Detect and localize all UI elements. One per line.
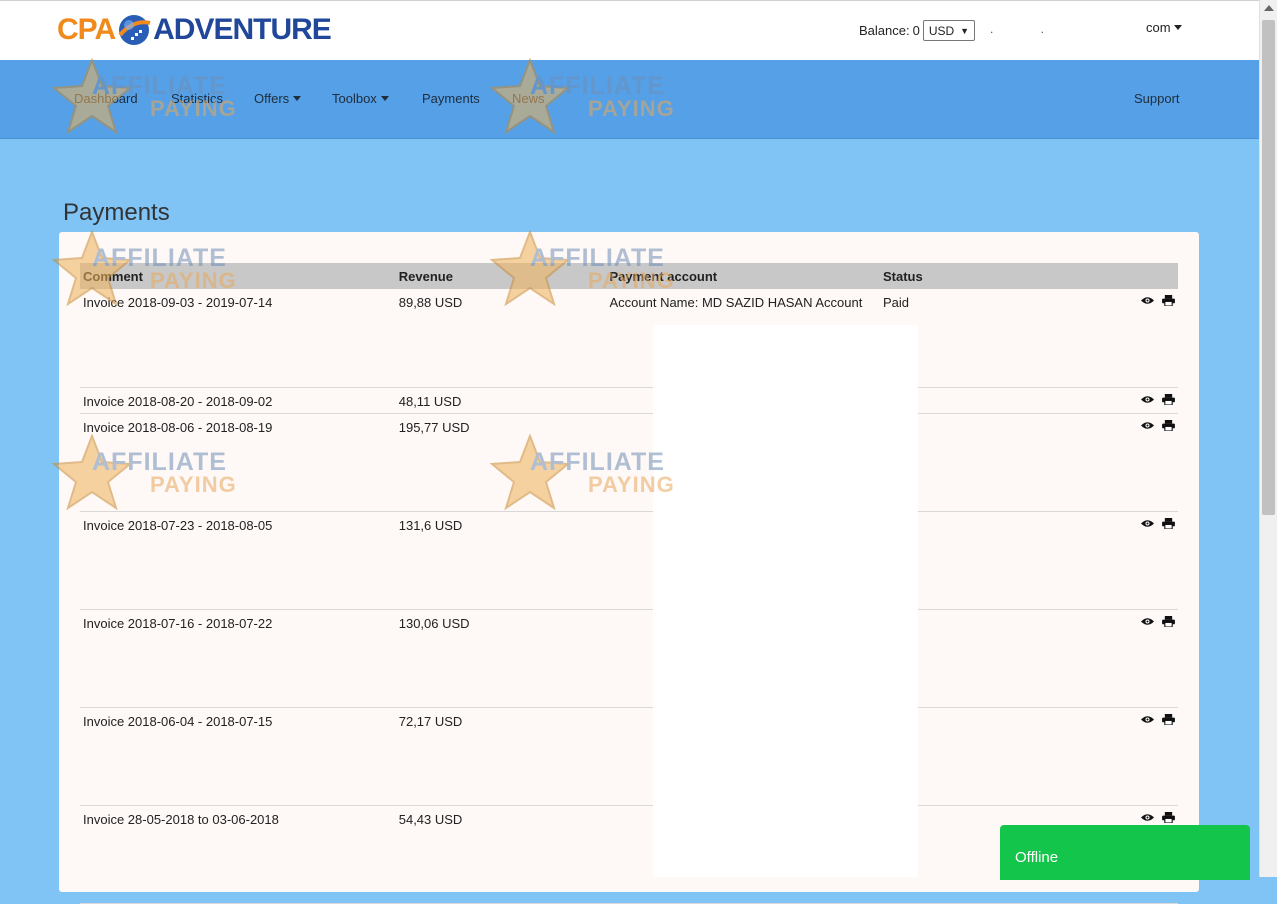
print-icon[interactable] (1162, 713, 1175, 725)
logo-cpa-text: CPA (57, 13, 116, 46)
table-row: Invoice 2018-06-04 - 2018-07-15 72,17 USD… (80, 707, 1178, 806)
row-revenue: 48,11 USD (395, 387, 607, 414)
table-row: Invoice 2018-07-23 - 2018-08-05 131,6 USD… (80, 511, 1178, 610)
row-actions (1021, 615, 1175, 627)
row-comment: Invoice 2018-09-03 - 2019-07-14 (80, 289, 396, 388)
main-nav: Dashboard Statistics Offers Toolbox Paym… (0, 60, 1259, 139)
eye-icon[interactable] (1141, 616, 1154, 627)
user-menu[interactable]: com (1146, 20, 1182, 35)
nav-statistics[interactable]: Statistics (171, 91, 223, 106)
nav-support-label: Support (1134, 91, 1180, 106)
col-actions (1018, 263, 1178, 289)
row-comment: Invoice 2018-07-16 - 2018-07-22 (80, 609, 396, 708)
page-title: Payments (63, 199, 170, 227)
eye-icon[interactable] (1141, 394, 1154, 405)
header-dots: . . (990, 22, 1067, 36)
balance-label: Balance: (859, 23, 910, 38)
logo-adventure-text: ADVENTURE (153, 13, 332, 46)
eye-icon[interactable] (1141, 420, 1154, 431)
col-revenue: Revenue (395, 263, 607, 289)
table-header-row: Comment Revenue Payment account Status (80, 263, 1178, 289)
payments-panel: Comment Revenue Payment account Status I… (59, 232, 1199, 904)
dropdown-arrow-icon: ▼ (960, 25, 970, 36)
row-comment: Invoice 2018-08-06 - 2018-08-19 (80, 413, 396, 512)
caret-down-icon (1173, 25, 1182, 30)
user-menu-label: com (1146, 20, 1171, 35)
print-icon[interactable] (1162, 393, 1175, 405)
row-actions-cell (1018, 609, 1178, 708)
col-status: Status (880, 263, 1018, 289)
print-icon[interactable] (1162, 615, 1175, 627)
nav-support[interactable]: Support (1134, 91, 1180, 106)
nav-news[interactable]: News (512, 91, 545, 106)
row-revenue: 89,88 USD (395, 289, 607, 388)
offline-chat-widget[interactable]: Offline (1000, 825, 1250, 880)
nav-dashboard[interactable]: Dashboard (74, 91, 138, 106)
eye-icon[interactable] (1141, 295, 1154, 306)
nav-news-label: News (512, 91, 545, 106)
logo[interactable]: CPA ADVENTURE (57, 9, 332, 51)
print-icon[interactable] (1162, 419, 1175, 431)
row-actions (1021, 295, 1175, 306)
eye-icon[interactable] (1141, 714, 1154, 725)
scroll-up-arrow-icon[interactable] (1264, 5, 1274, 11)
print-icon[interactable] (1162, 517, 1175, 529)
row-actions (1021, 713, 1175, 725)
row-revenue: 195,77 USD (395, 413, 607, 512)
row-actions-cell (1018, 289, 1178, 388)
row-revenue: 72,17 USD (395, 707, 607, 806)
row-actions-cell (1018, 413, 1178, 512)
table-row: Invoice 2018-09-03 - 2019-07-14 89,88 USD… (80, 289, 1178, 388)
caret-down-icon (293, 96, 302, 101)
nav-payments-label: Payments (422, 91, 480, 106)
print-icon[interactable] (1162, 295, 1175, 306)
payments-table: Comment Revenue Payment account Status I… (80, 263, 1178, 904)
row-actions-cell (1018, 707, 1178, 806)
nav-toolbox-label: Toolbox (332, 91, 377, 106)
currency-select[interactable]: USD ▼ (922, 20, 976, 41)
row-revenue: 130,06 USD (395, 609, 607, 708)
caret-down-icon (380, 96, 389, 101)
balance-display: Balance: 0 USD ▼ (859, 20, 976, 41)
top-header: CPA ADVENTURE Balance: 0 USD ▼ . . com (0, 0, 1259, 60)
scrollbar-thumb[interactable] (1262, 20, 1275, 515)
eye-icon[interactable] (1141, 812, 1154, 823)
table-row: Invoice 2018-08-20 - 2018-09-02 48,11 USD… (80, 387, 1178, 414)
nav-dashboard-label: Dashboard (74, 91, 138, 106)
row-comment: Invoice 2018-08-20 - 2018-09-02 (80, 387, 396, 414)
balance-value: 0 (912, 23, 920, 38)
page-scrollbar[interactable] (1259, 0, 1277, 877)
row-actions-cell (1018, 511, 1178, 610)
row-revenue: 54,43 USD (395, 805, 607, 904)
col-payment-account: Payment account (606, 263, 880, 289)
eye-icon[interactable] (1141, 518, 1154, 529)
globe-logo-icon (118, 15, 151, 45)
row-actions-cell (1018, 387, 1178, 414)
redaction-block (653, 325, 918, 877)
nav-payments[interactable]: Payments (422, 91, 480, 106)
row-actions (1021, 393, 1175, 405)
nav-offers[interactable]: Offers (254, 91, 302, 106)
table-row: Invoice 2018-08-06 - 2018-08-19 195,77 US… (80, 413, 1178, 512)
nav-offers-label: Offers (254, 91, 290, 106)
row-comment: Invoice 28-05-2018 to 03-06-2018 (80, 805, 396, 904)
currency-value: USD (928, 23, 955, 38)
nav-statistics-label: Statistics (171, 91, 224, 106)
col-comment: Comment (80, 263, 396, 289)
row-comment: Invoice 2018-06-04 - 2018-07-15 (80, 707, 396, 806)
table-row: Invoice 2018-07-16 - 2018-07-22 130,06 US… (80, 609, 1178, 708)
row-actions (1021, 419, 1175, 431)
row-actions (1021, 811, 1175, 823)
nav-toolbox[interactable]: Toolbox (332, 91, 389, 106)
row-actions (1021, 517, 1175, 529)
row-comment: Invoice 2018-07-23 - 2018-08-05 (80, 511, 396, 610)
print-icon[interactable] (1162, 811, 1175, 823)
row-revenue: 131,6 USD (395, 511, 607, 610)
